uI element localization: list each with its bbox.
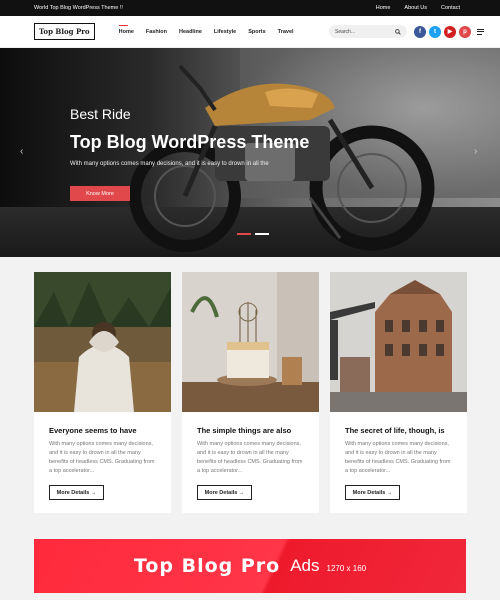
search-placeholder: Search... [335, 28, 356, 35]
hero-description: With many options comes many decisions, … [70, 161, 269, 167]
social-links: f t ▶ p [414, 25, 471, 38]
more-details-label: More Details [352, 489, 386, 496]
arrow-right-icon: → [386, 489, 393, 496]
youtube-icon[interactable]: ▶ [444, 25, 456, 38]
post-excerpt: With many options comes many decisions, … [197, 441, 303, 474]
search-icon[interactable] [395, 28, 401, 35]
arrow-right-icon: → [238, 489, 245, 496]
hero-title: Top Blog WordPress Theme [70, 132, 310, 152]
more-details-button[interactable]: More Details → [49, 485, 104, 500]
site-header: Top Blog Pro Home Fashion Headline Lifes… [0, 16, 500, 48]
nav-item-home[interactable]: Home [118, 24, 134, 35]
facebook-icon[interactable]: f [414, 25, 426, 38]
more-details-button[interactable]: More Details → [197, 485, 252, 500]
slider-dots [237, 233, 269, 235]
more-details-button[interactable]: More Details → [345, 485, 400, 500]
post-image-city-building[interactable] [330, 272, 467, 412]
post-image-hoodie-person[interactable] [34, 272, 171, 412]
slider-dot-2[interactable] [255, 233, 269, 235]
know-more-button[interactable]: Know More [70, 186, 130, 201]
nav-item-sports[interactable]: Sports [248, 29, 265, 35]
more-details-label: More Details [56, 489, 90, 496]
ad-banner[interactable]: Top Blog Pro Ads 1270 x 160 [34, 539, 466, 593]
post-excerpt: With many options comes many decisions, … [49, 441, 155, 474]
ad-size: 1270 x 160 [326, 563, 367, 573]
hamburger-menu-icon[interactable] [477, 28, 484, 35]
more-details-label: More Details [204, 489, 238, 496]
ad-brand: Top Blog Pro [133, 555, 281, 577]
ad-label: Ads [290, 556, 320, 575]
post-card: The simple things are also With many opt… [182, 272, 319, 513]
twitter-icon[interactable]: t [429, 25, 441, 38]
post-card: Everyone seems to have With many options… [34, 272, 171, 513]
post-excerpt: With many options comes many decisions, … [345, 441, 451, 474]
nav-item-travel[interactable]: Travel [278, 29, 294, 35]
post-title[interactable]: The secret of life, though, is [345, 426, 452, 435]
post-title[interactable]: The simple things are also [197, 426, 304, 435]
nav-item-headline[interactable]: Headline [179, 29, 202, 35]
top-bar-links: Home About Us Contact [376, 5, 460, 11]
nav-item-fashion[interactable]: Fashion [146, 29, 167, 35]
pinterest-icon[interactable]: p [459, 25, 471, 38]
post-card: The secret of life, though, is With many… [330, 272, 467, 513]
post-title[interactable]: Everyone seems to have [49, 426, 156, 435]
post-image-cake[interactable] [182, 272, 319, 412]
slider-dot-1[interactable] [237, 233, 251, 235]
top-link-about[interactable]: About Us [404, 5, 427, 11]
search-input[interactable]: Search... [329, 25, 407, 38]
hero-slider: ‹ › Best Ride Top Blog WordPress Theme W… [0, 48, 500, 257]
slider-prev-icon[interactable]: ‹ [20, 146, 23, 157]
top-bar: World Top Blog WordPress Theme !! Home A… [0, 0, 500, 16]
main-nav: Home Fashion Headline Lifestyle Sports T… [118, 24, 294, 35]
top-link-contact[interactable]: Contact [441, 5, 460, 11]
top-link-home[interactable]: Home [376, 5, 391, 11]
hero-subtitle: Best Ride [70, 106, 131, 122]
slider-next-icon[interactable]: › [474, 146, 477, 157]
arrow-right-icon: → [90, 489, 97, 496]
post-cards: Everyone seems to have With many options… [34, 272, 467, 513]
nav-item-lifestyle[interactable]: Lifestyle [214, 29, 236, 35]
top-bar-title: World Top Blog WordPress Theme !! [34, 5, 123, 11]
site-logo[interactable]: Top Blog Pro [34, 23, 95, 40]
